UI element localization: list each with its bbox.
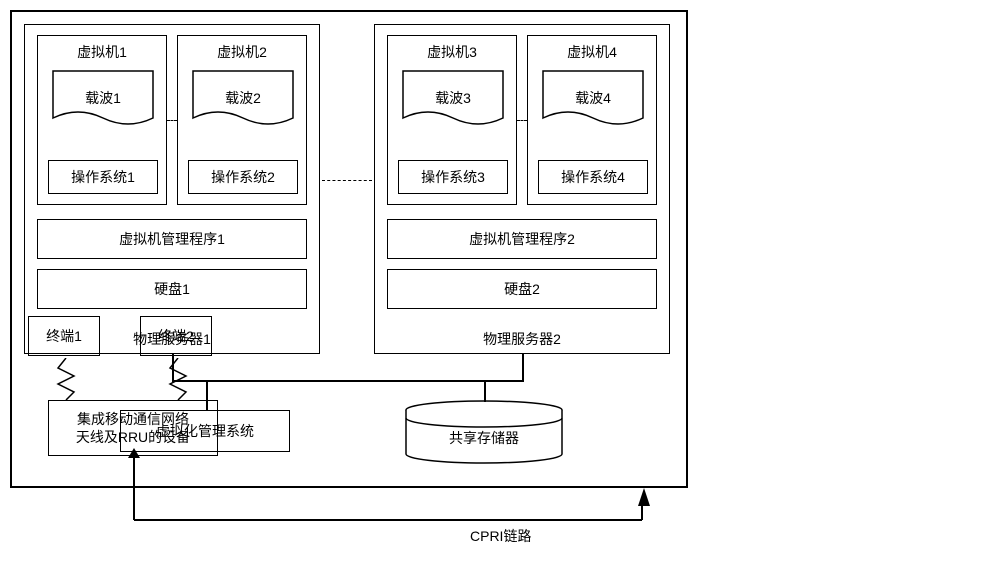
diagram-canvas: 终端1 终端2 集成移动通信网络 天线及RRU的设备 虚拟机1 载波1 操作系统… <box>10 10 990 569</box>
cpri-link-arrow-icon <box>10 10 990 569</box>
cpri-link-label: CPRI链路 <box>470 526 531 546</box>
